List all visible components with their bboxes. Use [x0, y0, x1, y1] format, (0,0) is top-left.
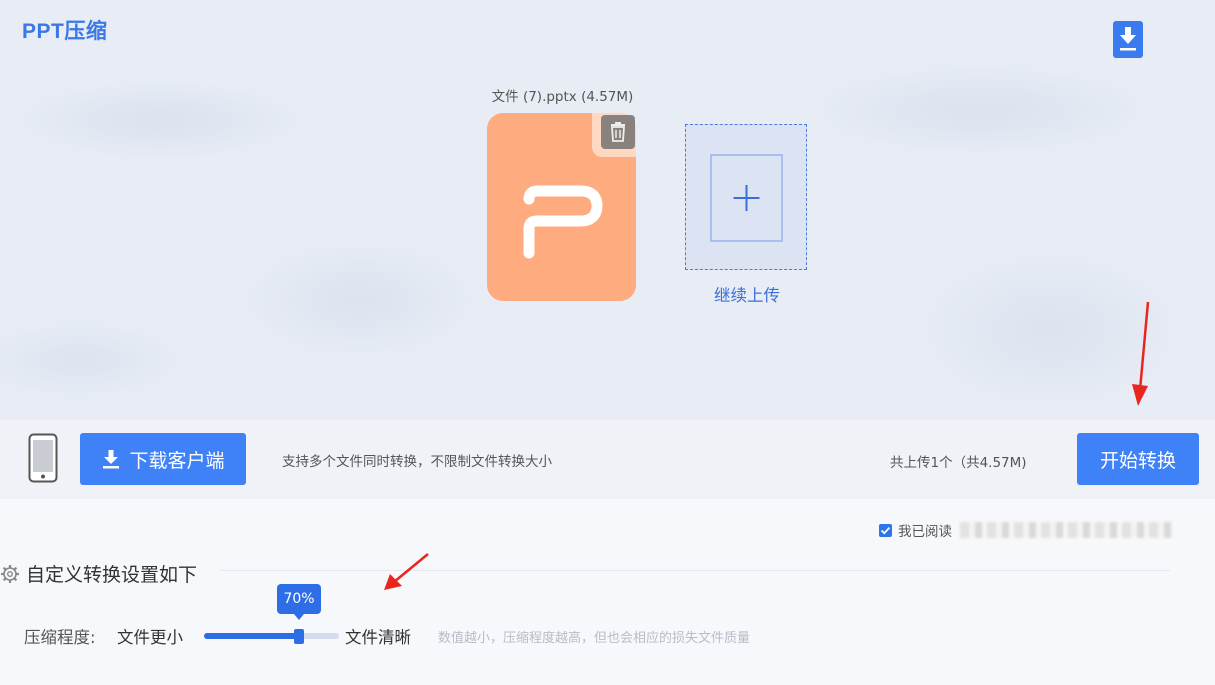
- download-icon[interactable]: [1113, 21, 1143, 58]
- smaller-file-label: 文件更小: [117, 628, 183, 647]
- checkbox-icon[interactable]: [879, 523, 892, 537]
- action-bar: 下载客户端 支持多个文件同时转换，不限制文件转换大小 共上传1个（共4.57M)…: [0, 420, 1215, 499]
- upload-count: 共上传1个（共4.57M): [890, 455, 1027, 471]
- delete-file-button[interactable]: [601, 115, 635, 149]
- download-client-label: 下载客户端: [129, 449, 225, 472]
- download-client-button[interactable]: 下载客户端: [80, 433, 246, 485]
- feature-hint: 支持多个文件同时转换，不限制文件转换大小: [282, 454, 552, 470]
- p-letter-icon: [523, 185, 603, 259]
- redacted-agreement-text: [960, 522, 1174, 538]
- annotation-arrow: [384, 553, 429, 590]
- trash-icon: [611, 122, 625, 142]
- app-title: PPT压缩: [22, 20, 108, 43]
- gear-icon: [1, 564, 19, 583]
- phone-icon[interactable]: [28, 433, 58, 483]
- slider-value-tooltip: 70%: [277, 584, 321, 620]
- add-file-frame: [710, 154, 783, 242]
- slider-handle[interactable]: [294, 629, 304, 644]
- compression-label: 压缩程度:: [24, 628, 96, 647]
- uploaded-file-name: 文件 (7).pptx (4.57M): [491, 89, 634, 105]
- compression-slider[interactable]: 70%: [204, 584, 339, 644]
- divider: [220, 570, 1170, 571]
- compression-hint: 数值越小，压缩程度越高，但也会相应的损失文件质量: [438, 631, 751, 646]
- add-more-label[interactable]: 继续上传: [685, 282, 809, 306]
- agreement-checkbox-row[interactable]: 我已阅读: [879, 520, 1174, 540]
- upload-area: PPT压缩 文件 (7).pptx (4.57M) 继续上传: [0, 0, 1215, 420]
- settings-title: 自定义转换设置如下: [26, 564, 198, 586]
- plus-icon: [733, 185, 760, 211]
- slider-fill: [204, 633, 299, 639]
- start-conversion-button[interactable]: 开始转换: [1077, 433, 1199, 485]
- add-more-files-button[interactable]: [685, 124, 807, 270]
- agreement-label: 我已阅读: [898, 524, 952, 540]
- clearer-file-label: 文件清晰: [345, 628, 411, 647]
- download-icon: [103, 450, 120, 469]
- annotation-arrow: [1132, 301, 1150, 406]
- settings-header: 自定义转换设置如下: [0, 560, 197, 587]
